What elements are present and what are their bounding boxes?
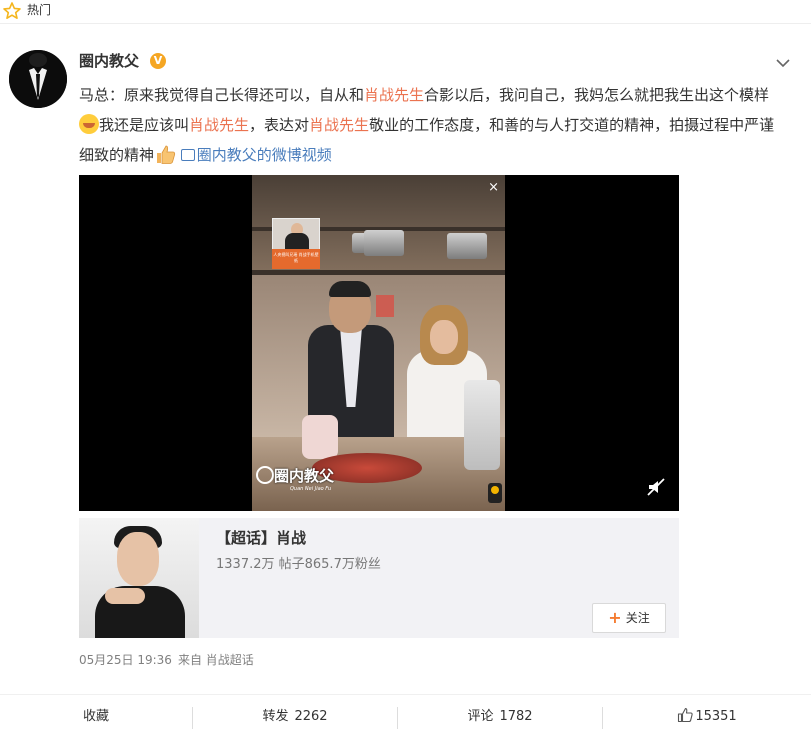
author-avatar[interactable] (9, 50, 67, 108)
topic-photo[interactable] (79, 518, 199, 638)
man-hair (329, 281, 371, 297)
comment-count: 1782 (499, 709, 533, 724)
action-bar: 收藏 转发 2262 评论 1782 15351 (0, 694, 811, 737)
video-link-icon (180, 149, 195, 161)
blender (464, 380, 500, 470)
header-divider (0, 23, 811, 24)
comment-label: 评论 (467, 709, 494, 724)
mention-link[interactable]: 肖战先生 (364, 86, 424, 104)
close-icon[interactable]: × (488, 181, 499, 194)
hot-section-header: 热门 (0, 0, 811, 22)
chevron-down-icon[interactable] (776, 58, 790, 68)
post-source[interactable]: 来自 肖战超话 (178, 653, 254, 667)
repost-button[interactable]: 转发 2262 (193, 695, 397, 737)
mention-link[interactable]: 肖战先生 (309, 116, 369, 134)
watermark-ring-icon (256, 466, 274, 484)
brand-logo (376, 295, 394, 317)
follow-label: 关注 (625, 611, 650, 625)
repost-label: 转发 (262, 709, 289, 724)
post-date[interactable]: 05月25日 19:36 (79, 653, 172, 667)
suit-avatar-graphic (9, 50, 67, 108)
video-player[interactable]: 人央视叫兄瑶 肖战手机壁纸 × 圈内教父 Quan Nei Jiao Fu (79, 175, 679, 511)
comment-button[interactable]: 评论 1782 (398, 695, 602, 737)
photo-head (117, 532, 159, 586)
topic-stats: 1337.2万 帖子865.7万粉丝 (216, 557, 381, 572)
repost-count: 2262 (294, 709, 328, 724)
photo-hand (105, 588, 145, 604)
like-button[interactable]: 15351 (603, 695, 811, 737)
watermark-logo: 圈内教父 (256, 465, 334, 486)
post-text-segment: 我还是应该叫 (99, 116, 190, 134)
app-badge-icon (488, 483, 502, 503)
post-meta: 05月25日 19:36 来自 肖战超话 (79, 652, 254, 668)
favorite-button[interactable]: 收藏 (0, 695, 192, 737)
post-text-segment: ，表达对 (249, 116, 310, 134)
like-count: 15351 (695, 709, 737, 724)
mention-link[interactable]: 肖战先生 (189, 116, 249, 134)
thumbs-up-emoji-icon (157, 145, 176, 164)
video-link-label: 圈内教父的微博视频 (196, 146, 332, 164)
topic-title[interactable]: 【超话】肖战 (216, 527, 306, 549)
post-text: 马总：原来我觉得自己长得还可以，自从和肖战先生合影以后，我问自己，我妈怎么就把我… (79, 80, 779, 170)
post-text-segment: 马总：原来我觉得自己长得还可以，自从和 (79, 86, 365, 104)
video-link[interactable]: 圈内教父的微博视频 (180, 146, 332, 164)
mute-icon[interactable] (646, 477, 666, 497)
watermark-subtext: Quan Nei Jiao Fu (290, 486, 332, 492)
post-text-segment: 合影以后，我问自己，我妈怎么就把我生出这个模样 (424, 86, 770, 104)
laughing-emoji-icon (79, 114, 99, 134)
woman-face (430, 320, 458, 354)
star-icon (3, 2, 21, 20)
pot (447, 233, 487, 259)
favorite-label: 收藏 (82, 709, 109, 724)
plus-icon: + (608, 608, 622, 627)
author-name[interactable]: 圈内教父 (79, 51, 139, 71)
follow-button[interactable]: + 关注 (592, 603, 666, 633)
pip-caption: 人央视叫兄瑶 肖战手机壁纸 (272, 249, 320, 269)
video-frame: 人央视叫兄瑶 肖战手机壁纸 × 圈内教父 Quan Nei Jiao Fu (252, 175, 505, 511)
watermark-text: 圈内教父 (274, 467, 335, 485)
thumbs-up-icon (678, 707, 693, 723)
kettle (302, 415, 338, 459)
verified-badge-icon: V (150, 53, 166, 69)
super-topic-card[interactable]: 【超话】肖战 1337.2万 帖子865.7万粉丝 + 关注 (79, 518, 679, 638)
hot-label: 热门 (27, 3, 52, 17)
pot (364, 230, 404, 256)
